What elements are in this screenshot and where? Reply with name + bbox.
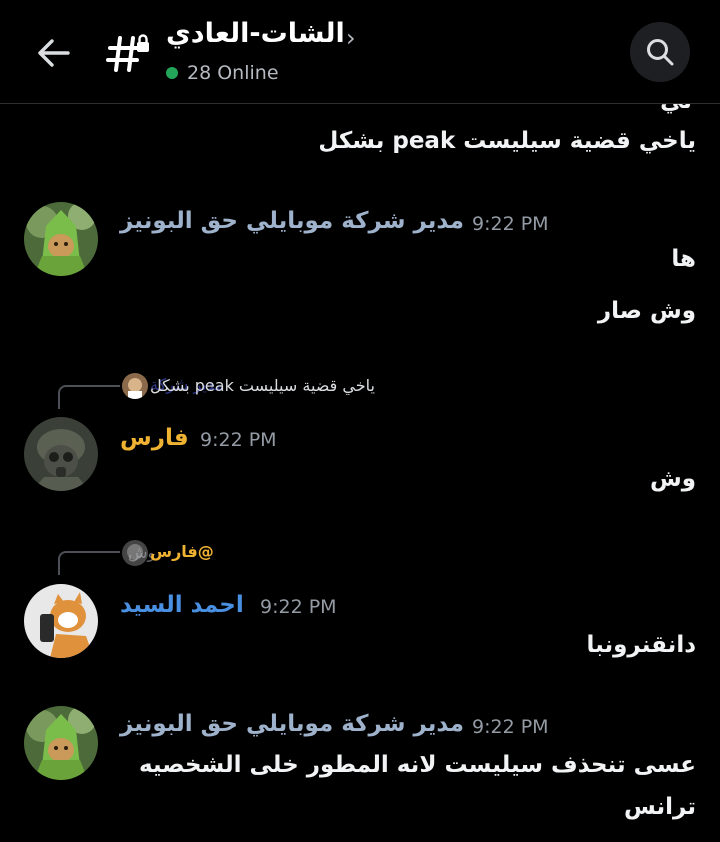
author-name[interactable]: مدير شركة موبايلي حق البونيز — [120, 711, 464, 737]
online-dot — [166, 67, 178, 79]
message-text: ترانس — [624, 794, 696, 820]
search-button[interactable] — [630, 22, 690, 82]
channel-title[interactable]: الشات-العادي — [166, 18, 345, 49]
avatar[interactable] — [24, 706, 98, 780]
timestamp: 9:22 PM — [260, 596, 337, 618]
timestamp: 9:22 PM — [472, 213, 549, 235]
chevron-right-icon[interactable]: › — [346, 24, 356, 52]
message-text: عسى تنحذف سيليست لانه المطور خلى الشخصيه — [138, 752, 696, 778]
reply-avatar — [122, 373, 148, 399]
avatar[interactable] — [24, 202, 98, 276]
message-text: ها — [671, 246, 696, 272]
back-arrow-icon — [38, 39, 70, 67]
reply-mention[interactable]: @فارس — [150, 542, 214, 561]
author-name[interactable]: مدير شركة موبايلي حق البونيز — [120, 208, 464, 234]
partial-message: لي — [0, 104, 720, 118]
online-indicator: 28 Online — [166, 62, 279, 84]
timestamp: 9:22 PM — [200, 429, 277, 451]
message-text: وش — [649, 466, 696, 492]
back-button[interactable] — [30, 30, 76, 76]
online-count: 28 Online — [187, 62, 279, 84]
search-icon — [647, 39, 674, 66]
thread-lock-icon — [106, 30, 154, 76]
timestamp: 9:22 PM — [472, 716, 549, 738]
reply-preview[interactable]: ياخي قضية سيليست peak بشكل — [150, 376, 375, 395]
message-text: ياخي قضية سيليست peak بشكل — [318, 128, 696, 154]
message-text: وش صار — [597, 298, 696, 324]
author-name[interactable]: فارس — [120, 425, 189, 451]
channel-header: الشات-العادي › 28 Online — [0, 0, 720, 104]
message-text: دانقنرونبا — [586, 632, 696, 658]
avatar[interactable] — [24, 417, 98, 491]
reply-connector — [58, 551, 120, 575]
author-name[interactable]: احمد السيد — [120, 592, 244, 618]
avatar[interactable] — [24, 584, 98, 658]
message-text: لي — [660, 104, 692, 114]
reply-connector — [58, 385, 120, 409]
